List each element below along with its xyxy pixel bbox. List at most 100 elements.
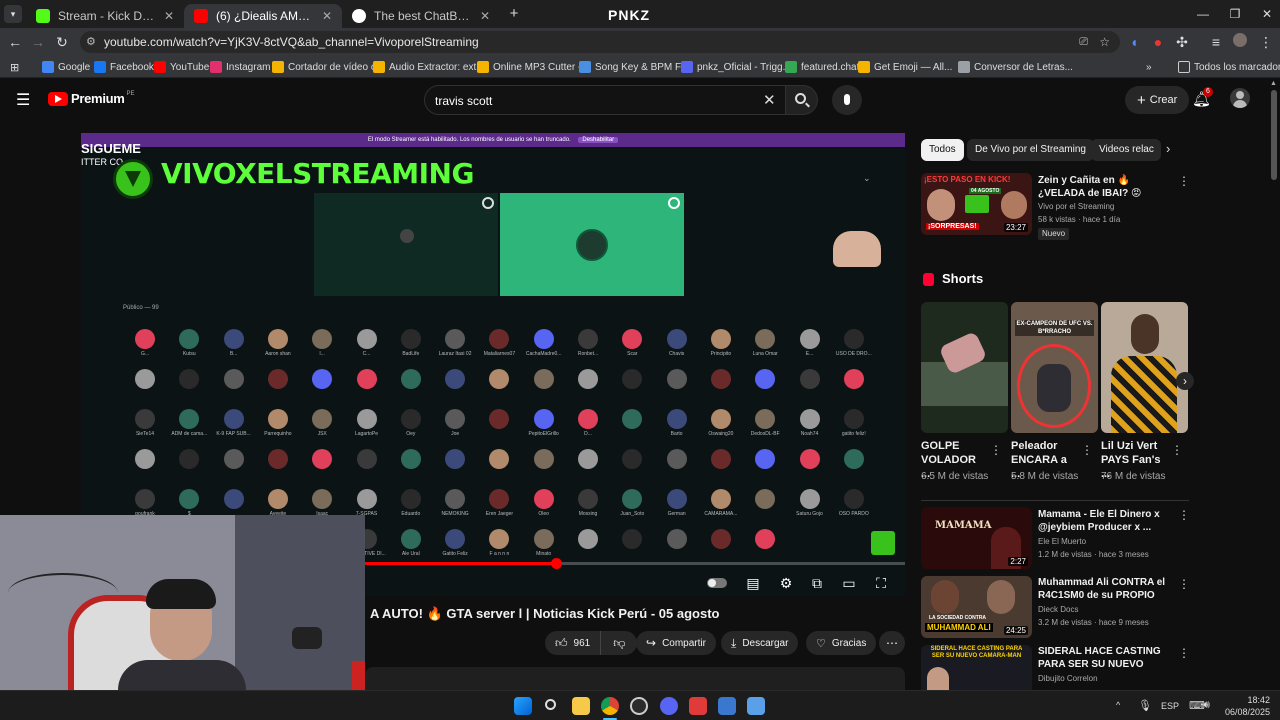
theater-mode-icon[interactable]: ▭ bbox=[839, 573, 859, 593]
video-title-3[interactable]: SIDERAL HACE CASTING PARA SER SU NUEVO C… bbox=[1038, 645, 1170, 671]
chip-all[interactable]: Todos bbox=[921, 139, 964, 161]
create-button[interactable]: + Crear bbox=[1125, 86, 1190, 114]
minimize-icon[interactable]: — bbox=[1188, 4, 1218, 24]
download-button[interactable]: ⤓ Descargar bbox=[721, 631, 799, 655]
notepad-icon[interactable] bbox=[747, 697, 765, 715]
video-more-icon-3[interactable]: ⋮ bbox=[1178, 646, 1190, 660]
reload-icon[interactable]: ↻ bbox=[52, 32, 72, 52]
video-title-2[interactable]: Muhammad Ali CONTRA el R4C1SM0 de su PRO… bbox=[1038, 576, 1170, 602]
scroll-up-arrow-icon[interactable]: ▲ bbox=[1270, 80, 1277, 87]
video-thumbnail-1[interactable]: MAMAMA 2:27 bbox=[921, 507, 1032, 569]
autoplay-toggle[interactable] bbox=[707, 573, 727, 593]
short-thumbnail-1[interactable] bbox=[921, 302, 1008, 433]
tab-chatbot[interactable]: The best ChatBot and Widgets ✕ bbox=[342, 4, 500, 28]
bookmark-item[interactable]: Song Key & BPM Fi... bbox=[579, 59, 692, 75]
short-thumbnail-3[interactable] bbox=[1101, 302, 1188, 433]
thanks-button[interactable]: ♡ Gracias bbox=[806, 631, 877, 655]
bookmark-item[interactable]: featured.chat bbox=[785, 59, 859, 75]
disable-streamer-button[interactable]: Deshabilitar bbox=[578, 137, 619, 143]
voice-search-button[interactable] bbox=[832, 85, 862, 115]
close-tab-icon[interactable]: ✕ bbox=[480, 9, 490, 23]
reading-list-icon[interactable]: ≡ bbox=[1206, 32, 1226, 52]
profile-avatar-icon[interactable] bbox=[1230, 32, 1250, 52]
site-info-icon[interactable]: ⚙ bbox=[86, 31, 96, 53]
close-window-icon[interactable]: ✕ bbox=[1252, 4, 1280, 24]
bookmark-item[interactable]: Audio Extractor: ext... bbox=[373, 59, 485, 75]
bookmark-item[interactable]: Conversor de Letras... bbox=[958, 59, 1073, 75]
video-more-icon-1[interactable]: ⋮ bbox=[1178, 508, 1190, 522]
short-thumbnail-2[interactable]: EX-CAMPEON DE UFC VS. B*RRACHO bbox=[1011, 302, 1098, 433]
video-more-icon-2[interactable]: ⋮ bbox=[1178, 577, 1190, 591]
chips-next-chevron-icon[interactable]: › bbox=[1166, 141, 1170, 156]
back-arrow-icon[interactable]: ← bbox=[5, 32, 25, 52]
extension-red-icon[interactable]: ● bbox=[1148, 32, 1168, 52]
clock-date[interactable]: 06/08/2025 bbox=[1219, 707, 1270, 717]
volume-icon[interactable]: 🔊︎ bbox=[1203, 699, 1210, 712]
forward-arrow-icon[interactable]: → bbox=[28, 32, 48, 52]
close-tab-icon[interactable]: ✕ bbox=[322, 9, 332, 23]
maximize-icon[interactable]: ❐ bbox=[1220, 4, 1250, 24]
extensions-puzzle-icon[interactable]: ✣ bbox=[1172, 32, 1192, 52]
search-input[interactable] bbox=[435, 92, 755, 110]
taskbar-search-icon[interactable] bbox=[543, 697, 561, 715]
more-actions-button[interactable]: ⋯ bbox=[879, 631, 905, 655]
tab-kick-dashboard[interactable]: Stream - Kick Dashboard ✕ bbox=[26, 4, 184, 28]
tray-expand-icon[interactable]: ^ bbox=[1116, 700, 1120, 710]
chip-from-channel[interactable]: De Vivo por el Streaming bbox=[967, 139, 1094, 161]
clear-search-icon[interactable]: ✕ bbox=[763, 91, 776, 109]
red-app-icon[interactable] bbox=[689, 697, 707, 715]
clock-time[interactable]: 18:42 bbox=[1225, 695, 1270, 705]
shorts-next-button[interactable]: › bbox=[1176, 372, 1194, 390]
calculator-icon[interactable] bbox=[718, 697, 736, 715]
bookmark-item[interactable]: Facebook bbox=[94, 59, 154, 75]
bookmark-item[interactable]: pnkz_Oficial - Trigg... bbox=[681, 59, 791, 75]
discord-icon[interactable] bbox=[660, 697, 678, 715]
bookmark-item[interactable]: Cortador de vídeo o... bbox=[272, 59, 385, 75]
bookmark-star-icon[interactable]: ☆ bbox=[1099, 31, 1110, 53]
scrollbar-thumb[interactable] bbox=[1271, 90, 1277, 180]
language-indicator[interactable]: ESP bbox=[1161, 701, 1179, 711]
video-title-1[interactable]: Mamama - Ele El Dinero x @jeybiem Produc… bbox=[1038, 508, 1170, 534]
windows-start-icon[interactable] bbox=[514, 697, 532, 715]
progress-scrubber[interactable] bbox=[551, 558, 563, 569]
short-more-icon-3[interactable]: ⋮ bbox=[1171, 443, 1183, 457]
recommended-title[interactable]: Zein y Cañita en 🔥 ¿VELADA de IBAI? 😡 Sa… bbox=[1038, 174, 1170, 200]
fullscreen-icon[interactable]: ⛶ bbox=[871, 573, 891, 593]
tab-youtube-video[interactable]: (6) ¿Diealis AM3NAZ4DO? ¿ ✕ bbox=[184, 4, 342, 28]
bookmark-item[interactable]: Google bbox=[42, 59, 90, 75]
hamburger-menu-icon[interactable]: ☰ bbox=[16, 90, 30, 110]
apps-grid-icon[interactable]: ⊞ bbox=[10, 59, 19, 75]
page-scrollbar[interactable]: ▲ bbox=[1268, 78, 1280, 690]
miniplayer-icon[interactable]: ⧉ bbox=[807, 573, 827, 593]
tray-mic-icon[interactable]: 🎙︎ bbox=[1138, 699, 1152, 712]
youtube-logo[interactable]: Premium PE bbox=[48, 91, 135, 106]
like-button[interactable]: 👍︎ 961 bbox=[545, 631, 602, 655]
cast-icon[interactable]: ⎚ bbox=[1079, 31, 1088, 53]
tab-search-button[interactable]: ▾ bbox=[4, 5, 22, 23]
bookmark-item[interactable]: Online MP3 Cutter -... bbox=[477, 59, 590, 75]
video-channel-1[interactable]: Ele El Muerto bbox=[1038, 536, 1086, 548]
search-button[interactable] bbox=[786, 85, 818, 115]
bookmark-item[interactable]: Get Emoji — All... bbox=[858, 59, 952, 75]
extension-icon[interactable]: ◖ bbox=[1124, 32, 1144, 52]
bookmark-item[interactable]: YouTube bbox=[154, 59, 209, 75]
recommended-thumbnail[interactable]: ¡ESTO PASO EN KICK! 04 AGOSTO ¡SORPRESAS… bbox=[921, 173, 1032, 235]
video-thumbnail-3[interactable]: SIDERAL HACE CASTING PARA SER SU NUEVO C… bbox=[921, 645, 1032, 690]
description-box[interactable] bbox=[365, 667, 905, 690]
all-bookmarks-folder[interactable]: Todos los marcadores bbox=[1178, 59, 1280, 75]
settings-gear-icon[interactable]: ⚙ bbox=[776, 573, 796, 593]
more-bookmarks-icon[interactable]: » bbox=[1146, 59, 1152, 75]
share-button[interactable]: ↪ Compartir bbox=[636, 631, 716, 655]
chevron-down-icon[interactable]: ⌄ bbox=[863, 173, 871, 184]
obs-icon[interactable] bbox=[630, 697, 648, 715]
recommended-channel[interactable]: Vivo por el Streaming bbox=[1038, 201, 1114, 213]
short-more-icon-1[interactable]: ⋮ bbox=[990, 443, 1002, 457]
chrome-icon[interactable] bbox=[601, 697, 619, 715]
bookmark-item[interactable]: Instagram bbox=[210, 59, 270, 75]
browser-menu-icon[interactable]: ⋮ bbox=[1256, 32, 1276, 52]
close-tab-icon[interactable]: ✕ bbox=[164, 9, 174, 23]
address-bar[interactable]: ⚙ youtube.com/watch?v=YjK3V-8ctVQ&ab_cha… bbox=[80, 31, 1120, 53]
new-tab-plus-icon[interactable]: + bbox=[505, 5, 523, 23]
file-explorer-icon[interactable] bbox=[572, 697, 590, 715]
video-thumbnail-2[interactable]: LA SOCIEDAD CONTRA MUHAMMAD ALI 24:25 bbox=[921, 576, 1032, 638]
